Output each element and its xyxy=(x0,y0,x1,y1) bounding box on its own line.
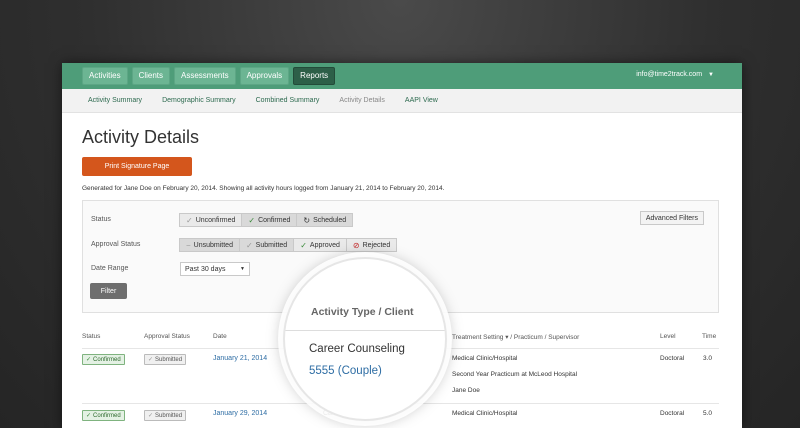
toggle-label: Rejected xyxy=(362,241,391,249)
approval-unsubmitted-toggle[interactable]: − Unsubmitted xyxy=(179,238,240,252)
header-treatment-setting[interactable]: Treatment Setting ▾ / Practicum / Superv… xyxy=(452,333,579,341)
chevron-down-icon: ▼ xyxy=(240,266,245,272)
nav-tab-activities[interactable]: Activities xyxy=(82,67,128,85)
print-signature-button[interactable]: Print Signature Page xyxy=(82,157,192,176)
dash-icon: − xyxy=(186,240,191,250)
magnified-divider xyxy=(285,330,445,331)
page-title: Activity Details xyxy=(82,127,200,147)
status-badge: ✓ Confirmed xyxy=(82,410,125,421)
approval-rejected-toggle[interactable]: ⊘ Rejected xyxy=(345,238,398,252)
refresh-icon: ↻ xyxy=(303,215,311,225)
nav-tab-clients[interactable]: Clients xyxy=(131,67,171,85)
subnav-combined-summary[interactable]: Combined Summary xyxy=(256,97,320,104)
date-range-label: Date Range xyxy=(91,265,129,272)
subnav-activity-summary[interactable]: Activity Summary xyxy=(88,97,142,104)
report-subnav: Activity Summary Demographic Summary Com… xyxy=(62,89,742,113)
generated-info: Generated for Jane Doe on February 20, 2… xyxy=(82,185,445,192)
nav-tab-reports[interactable]: Reports xyxy=(293,67,336,85)
header-status[interactable]: Status xyxy=(82,333,100,340)
double-check-icon: ✓ xyxy=(148,413,154,419)
status-scheduled-toggle[interactable]: ↻ Scheduled xyxy=(296,213,354,227)
time-hours: 3.0 xyxy=(703,355,713,362)
header-time[interactable]: Time xyxy=(702,333,716,340)
approval-badge: ✓ Submitted xyxy=(144,354,187,365)
double-check-icon: ✓ xyxy=(245,240,253,250)
badge-label: Confirmed xyxy=(93,356,121,363)
nav-tab-assessments[interactable]: Assessments xyxy=(174,67,236,85)
account-email: info@time2track.com xyxy=(636,71,703,78)
time-hours: 5.0 xyxy=(703,410,713,417)
badge-label: Submitted xyxy=(155,412,183,419)
subnav-demographic-summary[interactable]: Demographic Summary xyxy=(162,97,236,104)
approval-approved-toggle[interactable]: ✓ Approved xyxy=(293,238,347,252)
check-icon: ✓ xyxy=(86,413,92,419)
account-menu[interactable]: info@time2track.com ▼ xyxy=(636,71,714,78)
header-date[interactable]: Date xyxy=(213,333,227,340)
badge-label: Submitted xyxy=(155,356,183,363)
chevron-down-icon: ▼ xyxy=(708,72,714,78)
status-confirmed-toggle[interactable]: ✓ Confirmed xyxy=(241,213,298,227)
status-filter-label: Status xyxy=(91,216,111,223)
header-level[interactable]: Level xyxy=(660,333,676,340)
toggle-label: Submitted xyxy=(255,241,288,249)
check-icon: ✓ xyxy=(186,215,193,225)
status-filter-group: ✓ Unconfirmed ✓ Confirmed ↻ Scheduled xyxy=(179,213,354,227)
status-badge: ✓ Confirmed xyxy=(82,354,125,365)
filter-button[interactable]: Filter xyxy=(90,283,127,299)
approval-filter-group: − Unsubmitted ✓ Submitted ✓ Approved ⊘ Rejec… xyxy=(179,238,398,252)
nav-tab-approvals[interactable]: Approvals xyxy=(239,67,290,85)
toggle-label: Scheduled xyxy=(313,216,347,224)
date-range-value: Past 30 days xyxy=(185,265,226,273)
level: Doctoral xyxy=(660,410,685,417)
activity-date-link[interactable]: January 29, 2014 xyxy=(213,410,267,417)
activity-date-link[interactable]: January 21, 2014 xyxy=(213,355,267,362)
treatment-setting: Medical Clinic/Hospital xyxy=(452,410,518,417)
date-range-select[interactable]: Past 30 days ▼ xyxy=(180,262,250,276)
subnav-activity-details[interactable]: Activity Details xyxy=(339,97,385,104)
approval-badge: ✓ Submitted xyxy=(144,410,187,421)
toggle-label: Unconfirmed xyxy=(195,216,236,224)
magnified-client-link[interactable]: 5555 (Couple) xyxy=(309,365,382,377)
treatment-setting: Medical Clinic/Hospital xyxy=(452,355,518,362)
toggle-label: Confirmed xyxy=(258,216,291,224)
check-icon: ✓ xyxy=(248,215,256,225)
check-icon: ✓ xyxy=(86,357,92,363)
approval-submitted-toggle[interactable]: ✓ Submitted xyxy=(238,238,295,252)
forbidden-icon: ⊘ xyxy=(352,240,360,250)
practicum: Second Year Practicum at McLeod Hospital xyxy=(452,371,578,378)
supervisor: Jane Doe xyxy=(452,387,480,394)
top-navbar: Activities Clients Assessments Approvals… xyxy=(62,63,742,89)
subnav-aapi-view[interactable]: AAPI View xyxy=(405,97,438,104)
double-check-icon: ✓ xyxy=(148,357,154,363)
toggle-label: Approved xyxy=(309,241,340,249)
check-icon: ✓ xyxy=(300,240,307,250)
toggle-label: Unsubmitted xyxy=(193,241,233,249)
header-approval-status[interactable]: Approval Status xyxy=(144,333,190,340)
status-unconfirmed-toggle[interactable]: ✓ Unconfirmed xyxy=(179,213,243,227)
magnifier-callout: Activity Type / Client Career Counseling… xyxy=(283,257,447,421)
magnified-header-activity-type: Activity Type / Client xyxy=(311,306,414,318)
advanced-filters-button[interactable]: Advanced Filters xyxy=(639,211,704,225)
magnified-activity-type: Career Counseling xyxy=(309,343,405,355)
approval-filter-label: Approval Status xyxy=(91,241,141,248)
badge-label: Confirmed xyxy=(93,412,121,419)
level: Doctoral xyxy=(660,355,685,362)
